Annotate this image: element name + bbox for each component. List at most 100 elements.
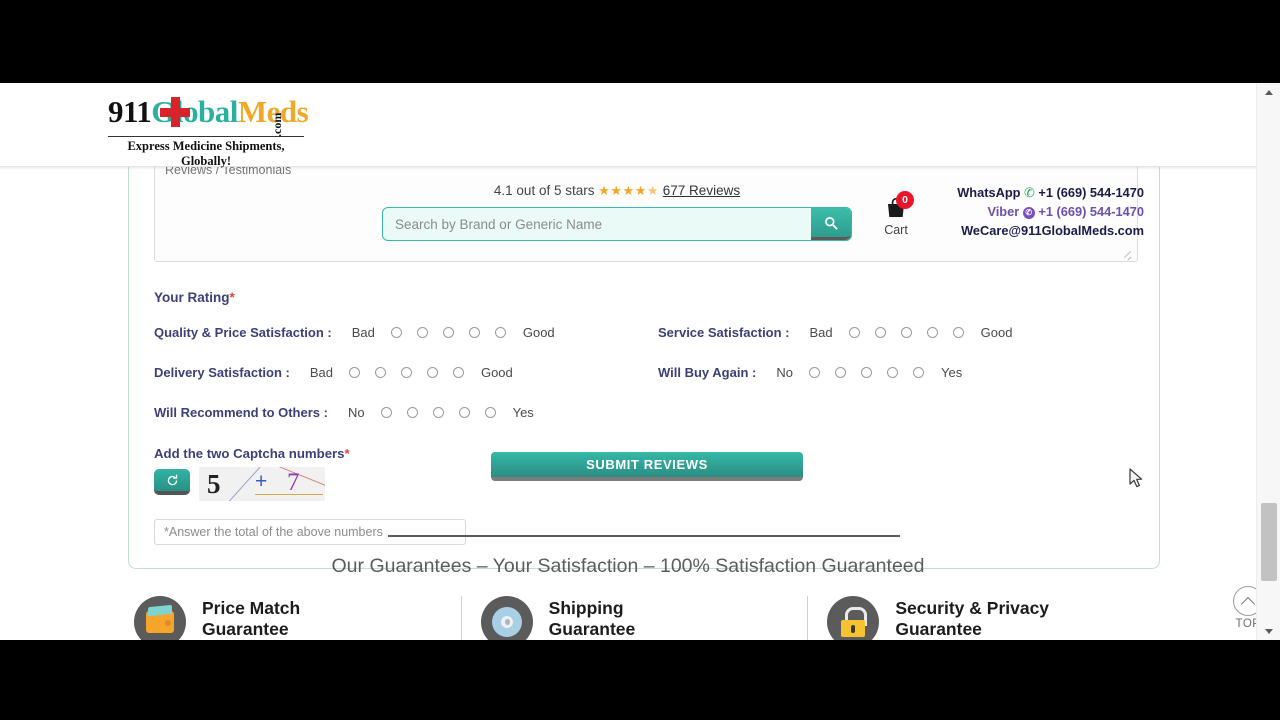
rating-radio[interactable] xyxy=(459,407,471,418)
logo-part-9: 9 xyxy=(108,94,124,129)
rating-radio[interactable] xyxy=(849,327,861,338)
viber-number: +1 (669) 544-1470 xyxy=(1038,204,1144,219)
rating-row-delivery: Delivery Satisfaction : Bad Good xyxy=(154,365,513,380)
reviews-link[interactable]: 677 Reviews xyxy=(663,183,740,198)
rating-radio-group xyxy=(384,327,514,338)
viber-icon: ✆ xyxy=(1022,207,1035,219)
browser-viewport: Your Rating* Quality & Price Satisfactio… xyxy=(0,83,1280,640)
rating-high-label: Yes xyxy=(512,405,534,420)
rating-radio[interactable] xyxy=(861,367,873,378)
guarantee-line2: Guarantee xyxy=(895,619,982,639)
rating-radio-group xyxy=(802,367,932,378)
radio-slot xyxy=(374,407,400,418)
wallet-icon xyxy=(134,596,186,640)
rating-radio[interactable] xyxy=(927,327,939,338)
rating-radio[interactable] xyxy=(381,407,393,418)
letterbox-top xyxy=(0,0,1280,83)
rating-text: 4.1 out of 5 stars xyxy=(493,183,595,198)
guarantee-line1: Security & Privacy xyxy=(895,598,1050,618)
cart-label: Cart xyxy=(884,223,908,237)
rating-radio[interactable] xyxy=(453,367,465,378)
guarantee-card-text: Price Match Guarantee xyxy=(202,596,300,640)
rating-radio-group xyxy=(342,367,472,378)
submit-reviews-button[interactable]: SUBMIT REVIEWS xyxy=(491,452,803,481)
textarea-resize-handle[interactable] xyxy=(1122,250,1132,260)
rating-radio[interactable] xyxy=(901,327,913,338)
scrollbar-thumb[interactable] xyxy=(1261,503,1277,581)
rating-low-label: Bad xyxy=(351,325,375,340)
rating-radio[interactable] xyxy=(485,407,497,418)
radio-slot xyxy=(384,327,410,338)
captcha-number-one: 5 xyxy=(207,469,221,499)
radio-slot xyxy=(802,367,828,378)
captcha-answer-input[interactable] xyxy=(154,519,466,545)
radio-slot xyxy=(880,367,906,378)
rating-radio[interactable] xyxy=(875,327,887,338)
cart-button[interactable]: 0 Cart xyxy=(870,191,922,237)
radio-slot xyxy=(868,327,894,338)
viber-contact[interactable]: Viber ✆ +1 (669) 544-1470 xyxy=(957,202,1144,221)
viber-label: Viber xyxy=(987,204,1020,219)
shopping-bag-icon: 0 xyxy=(870,191,922,221)
site-logo[interactable]: 911GlobalMeds.com Express Medicine Shipm… xyxy=(108,94,309,169)
radio-slot xyxy=(452,407,478,418)
guarantees-title: Our Guarantees – Your Satisfaction – 100… xyxy=(331,555,925,577)
site-rating: 4.1 out of 5 stars ★★★★★ 677 Reviews xyxy=(382,183,852,199)
radio-slot xyxy=(462,327,488,338)
guarantee-line1: Shipping xyxy=(548,598,624,618)
page-scrollbar[interactable] xyxy=(1256,83,1280,640)
rating-radio[interactable] xyxy=(349,367,361,378)
email-contact[interactable]: WeCare@911GlobalMeds.com xyxy=(957,221,1144,240)
rating-radio[interactable] xyxy=(809,367,821,378)
whatsapp-contact[interactable]: WhatsApp ✆ +1 (669) 544-1470 xyxy=(957,183,1144,202)
rating-radio[interactable] xyxy=(407,407,419,418)
shipping-wheel-icon xyxy=(480,596,533,640)
star-half-icon: ★ xyxy=(646,183,660,198)
rating-radio[interactable] xyxy=(887,367,899,378)
rating-radio[interactable] xyxy=(375,367,387,378)
rating-radio[interactable] xyxy=(495,327,507,338)
mouse-cursor xyxy=(1129,468,1143,488)
rating-row-label: Will Buy Again : xyxy=(658,365,757,380)
rating-radio[interactable] xyxy=(469,327,481,338)
rating-radio[interactable] xyxy=(427,367,439,378)
search-icon[interactable] xyxy=(811,208,851,240)
refresh-icon[interactable] xyxy=(154,469,190,495)
rating-radio[interactable] xyxy=(433,407,445,418)
captcha-label: Add the two Captcha numbers* xyxy=(154,446,350,461)
letterbox-bottom xyxy=(0,640,1280,720)
scroll-down-arrow-icon[interactable] xyxy=(1257,622,1280,640)
rating-radio[interactable] xyxy=(417,327,429,338)
rating-radio[interactable] xyxy=(391,327,403,338)
guarantee-card-text: Shipping Guarantee xyxy=(549,596,636,640)
rating-low-label: Bad xyxy=(309,365,333,380)
rating-radio-group xyxy=(842,327,972,338)
rating-row-service: Service Satisfaction : Bad Good xyxy=(658,325,1012,340)
lock-icon xyxy=(827,596,880,640)
captcha-operator: + xyxy=(255,470,268,493)
rating-radio[interactable] xyxy=(401,367,413,378)
search-input[interactable] xyxy=(383,208,813,240)
scroll-up-arrow-icon[interactable] xyxy=(1257,83,1280,101)
rating-high-label: Good xyxy=(980,325,1013,340)
cart-badge: 0 xyxy=(896,191,914,209)
rating-radio[interactable] xyxy=(913,367,925,378)
required-asterisk: * xyxy=(344,446,350,461)
star-icons: ★★★★★ xyxy=(598,183,659,198)
rating-radio[interactable] xyxy=(835,367,847,378)
rating-radio[interactable] xyxy=(443,327,455,338)
radio-slot xyxy=(478,407,504,418)
radio-slot xyxy=(488,327,514,338)
required-asterisk: * xyxy=(229,290,235,305)
radio-slot xyxy=(854,367,880,378)
whatsapp-icon: ✆ xyxy=(1024,185,1035,200)
rating-high-label: Good xyxy=(480,365,513,380)
your-rating-label: Your Rating* xyxy=(154,290,235,305)
rating-row-label: Will Recommend to Others : xyxy=(154,405,328,420)
radio-slot xyxy=(394,367,420,378)
guarantee-line2: Guarantee xyxy=(202,619,289,639)
rating-radio[interactable] xyxy=(953,327,965,338)
search-box xyxy=(382,207,852,241)
radio-slot xyxy=(894,327,920,338)
radio-slot xyxy=(436,327,462,338)
